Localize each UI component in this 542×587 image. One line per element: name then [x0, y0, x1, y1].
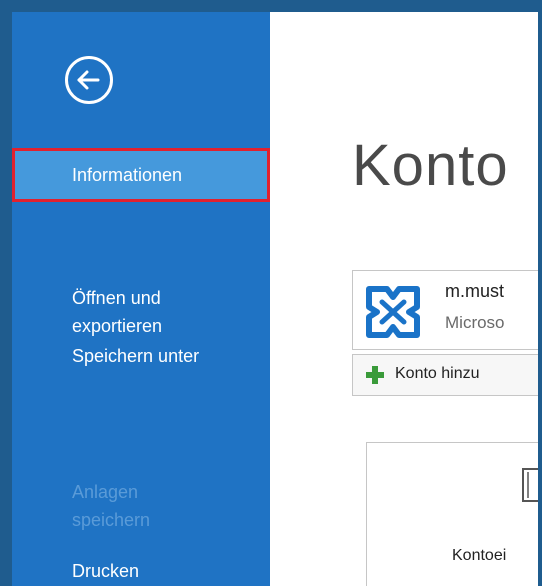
nav-item-label: Öffnen und exportieren — [72, 288, 163, 336]
arrow-left-icon — [77, 70, 100, 90]
document-icon — [522, 468, 538, 502]
plus-icon — [366, 366, 384, 384]
nav-item-anlagen-speichern: Anlagen speichern — [12, 450, 270, 530]
backstage-sidebar: Informationen Öffnen und exportieren Spe… — [12, 12, 270, 586]
nav-item-speichern-unter[interactable]: Speichern unter — [12, 342, 270, 372]
add-account-label: Konto hinzu — [395, 365, 480, 382]
account-email: m.must — [445, 281, 505, 301]
nav-item-informationen[interactable]: Informationen — [12, 148, 270, 202]
window-frame-right — [538, 0, 542, 586]
nav-item-label: Drucken — [72, 561, 140, 581]
main-content: Konto m.must Microso Konto hinzu Kontoei — [270, 12, 538, 586]
exchange-icon — [366, 286, 420, 338]
nav-item-label: Speichern unter — [72, 346, 200, 366]
add-account-button[interactable]: Konto hinzu — [352, 354, 538, 396]
nav-item-oeffnen-exportieren[interactable]: Öffnen und exportieren — [12, 256, 270, 336]
account-card[interactable]: m.must Microso — [352, 270, 538, 350]
back-button[interactable] — [65, 56, 113, 104]
nav-item-label: Anlagen speichern — [72, 482, 151, 530]
account-settings-label: Kontoei — [452, 547, 507, 564]
nav-item-label: Informationen — [72, 165, 183, 185]
nav-item-drucken[interactable]: Drucken — [12, 557, 270, 587]
account-type: Microso — [445, 313, 505, 332]
account-settings-tile[interactable]: Kontoei — [366, 442, 538, 586]
window-frame-top — [0, 0, 542, 12]
page-title: Konto — [352, 133, 509, 198]
window-frame-left — [0, 0, 12, 586]
